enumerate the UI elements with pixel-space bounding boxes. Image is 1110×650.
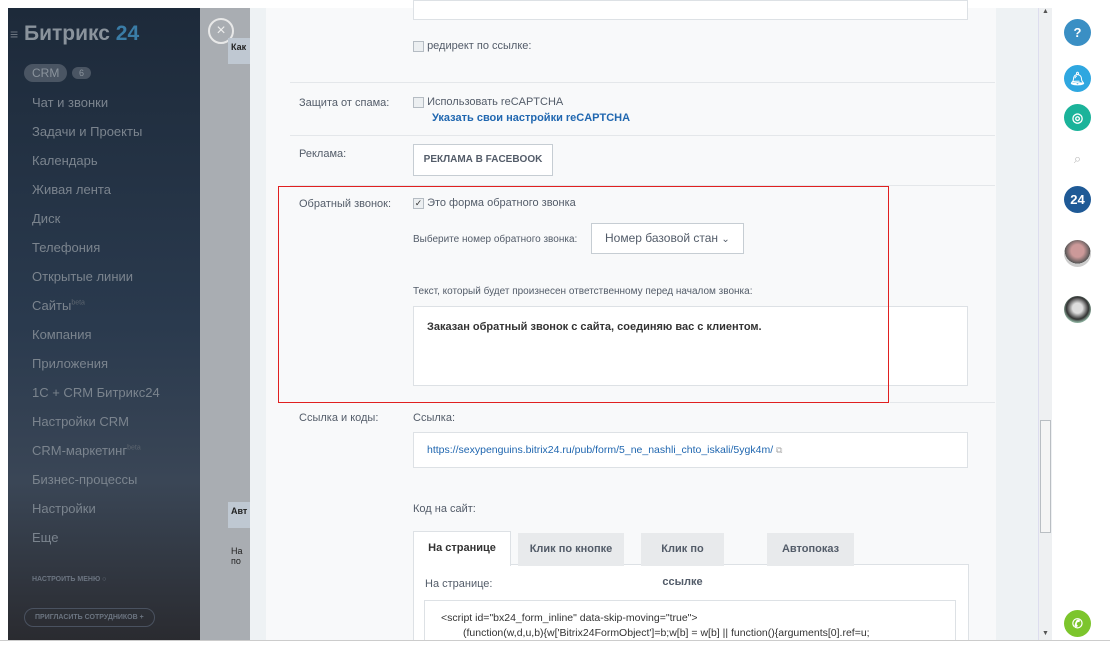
- form-link-field[interactable]: https://sexypenguins.bitrix24.ru/pub/for…: [413, 432, 968, 468]
- phone-icon[interactable]: ✆: [1064, 610, 1091, 637]
- invite-button[interactable]: ПРИГЛАСИТЬ СОТРУДНИКОВ +: [24, 608, 155, 627]
- sidebar-item-label: Открытые линии: [32, 269, 134, 284]
- bg-card: Авт: [228, 502, 250, 528]
- sidebar-item[interactable]: Задачи и Проекты: [32, 124, 142, 139]
- sidebar-item[interactable]: Настройки CRM: [32, 414, 129, 429]
- sidebar-item[interactable]: Телефония: [32, 240, 100, 255]
- code-line: (function(w,d,u,b){w['Bitrix24FormObject…: [463, 627, 870, 639]
- right-bar: [1055, 8, 1102, 640]
- tab-button-click[interactable]: Клик по кнопке: [518, 533, 624, 566]
- sidebar-item-label: Настройки CRM: [32, 414, 129, 429]
- chat-icon[interactable]: ◎: [1064, 104, 1091, 131]
- sidebar-item[interactable]: Бизнес-процессы: [32, 472, 137, 487]
- sidebar-item-label: Бизнес-процессы: [32, 472, 138, 487]
- beta-badge: beta: [127, 444, 141, 452]
- sidebar-item-crm[interactable]: CRM: [24, 64, 68, 82]
- links-label: Ссылка и коды:: [299, 412, 379, 424]
- bottom-edge: [0, 640, 1110, 650]
- divider: [890, 402, 995, 403]
- sidebar-item-label: Диск: [32, 211, 61, 226]
- top-field[interactable]: [413, 0, 968, 20]
- spam-label: Защита от спама:: [299, 97, 390, 109]
- recaptcha-checkbox[interactable]: Использовать reCAPTCHA: [413, 96, 563, 108]
- scrollbar[interactable]: [1038, 8, 1052, 640]
- sidebar-item[interactable]: CRM-маркетингbeta: [32, 443, 141, 458]
- sidebar-item-label: Чат и звонки: [32, 95, 109, 110]
- sidebar-item-label: Настройки: [32, 501, 96, 516]
- logo-text: Битрикс: [24, 22, 110, 45]
- logo[interactable]: Битрикс 24: [24, 22, 139, 46]
- tab-autoshow[interactable]: Автопоказ: [767, 533, 854, 566]
- sidebar-item[interactable]: Сайтыbeta: [32, 298, 85, 313]
- sidebar-item-label: Приложения: [32, 356, 109, 371]
- sidebar-item-label: Календарь: [32, 153, 98, 168]
- sidebar-item-label: 1С + CRM Битрикс24: [32, 385, 160, 400]
- tab-link-click[interactable]: Клик по ссылке: [641, 533, 724, 588]
- sidebar-item[interactable]: Приложения: [32, 356, 108, 371]
- help-icon[interactable]: ?: [1064, 19, 1091, 46]
- sidebar-item[interactable]: Открытые линии: [32, 269, 133, 284]
- redirect-checkbox[interactable]: редирект по ссылке:: [413, 40, 531, 52]
- scroll-down-icon[interactable]: ▼: [1042, 630, 1049, 637]
- sidebar-item[interactable]: Еще: [32, 530, 58, 545]
- code-line: <script id="bx24_form_inline" data-skip-…: [441, 612, 698, 624]
- sidebar-item[interactable]: Живая лента: [32, 182, 111, 197]
- avatar[interactable]: [1064, 296, 1091, 323]
- facebook-ads-button[interactable]: РЕКЛАМА В FACEBOOK: [413, 144, 553, 176]
- form-link[interactable]: https://sexypenguins.bitrix24.ru/pub/for…: [427, 444, 773, 456]
- redirect-label: редирект по ссылке:: [427, 40, 532, 52]
- sidebar-item[interactable]: Календарь: [32, 153, 98, 168]
- recaptcha-settings-link[interactable]: Указать свои настройки reCAPTCHA: [432, 112, 630, 124]
- tab-on-page[interactable]: На странице: [413, 531, 511, 566]
- sidebar-item-label: CRM-маркетинг: [32, 443, 128, 458]
- divider: [290, 135, 995, 136]
- avatar[interactable]: [1064, 240, 1091, 267]
- beta-badge: beta: [71, 299, 85, 307]
- recaptcha-label: Использовать reCAPTCHA: [427, 96, 564, 108]
- menu-icon[interactable]: ≡: [10, 26, 18, 42]
- configure-menu-button[interactable]: НАСТРОИТЬ МЕНЮ ○: [32, 576, 106, 583]
- sidebar-item-label: Сайты: [32, 298, 72, 313]
- sidebar-item[interactable]: Настройки: [32, 501, 96, 516]
- sidebar-item-label: Живая лента: [32, 182, 111, 197]
- tab-content-label: На странице:: [425, 578, 493, 590]
- sidebar-item[interactable]: Чат и звонки: [32, 95, 108, 110]
- logo-number: 24: [115, 22, 140, 45]
- configure-menu-label: НАСТРОИТЬ МЕНЮ: [32, 576, 101, 583]
- divider: [290, 82, 995, 83]
- sidebar-item[interactable]: 1С + CRM Битрикс24: [32, 385, 160, 400]
- bg-card: Как: [228, 38, 250, 64]
- link-label: Ссылка:: [413, 412, 455, 424]
- scroll-up-icon[interactable]: ▲: [1042, 8, 1049, 15]
- sidebar-item[interactable]: Компания: [32, 327, 92, 342]
- search-icon[interactable]: ⌕: [1064, 145, 1091, 172]
- crm-count-badge: 6: [72, 67, 92, 79]
- copy-icon[interactable]: ⧉: [776, 445, 782, 455]
- sidebar-item[interactable]: Диск: [32, 211, 60, 226]
- bg-card: На по: [228, 542, 250, 572]
- checkbox[interactable]: [413, 40, 424, 52]
- sidebar-item-label: Телефония: [32, 240, 101, 255]
- scrollbar-thumb[interactable]: [1040, 420, 1051, 533]
- sidebar-item-label: Задачи и Проекты: [32, 124, 143, 139]
- highlight-box: [278, 186, 889, 403]
- checkbox[interactable]: [413, 96, 424, 108]
- sidebar-item-label: Еще: [32, 530, 59, 545]
- sidebar-item-label: Компания: [32, 327, 92, 342]
- code-label: Код на сайт:: [413, 503, 476, 515]
- bitrix24-icon[interactable]: 24: [1064, 186, 1091, 213]
- bell-icon[interactable]: 🔔︎: [1064, 65, 1091, 92]
- ads-label: Реклама:: [299, 148, 347, 160]
